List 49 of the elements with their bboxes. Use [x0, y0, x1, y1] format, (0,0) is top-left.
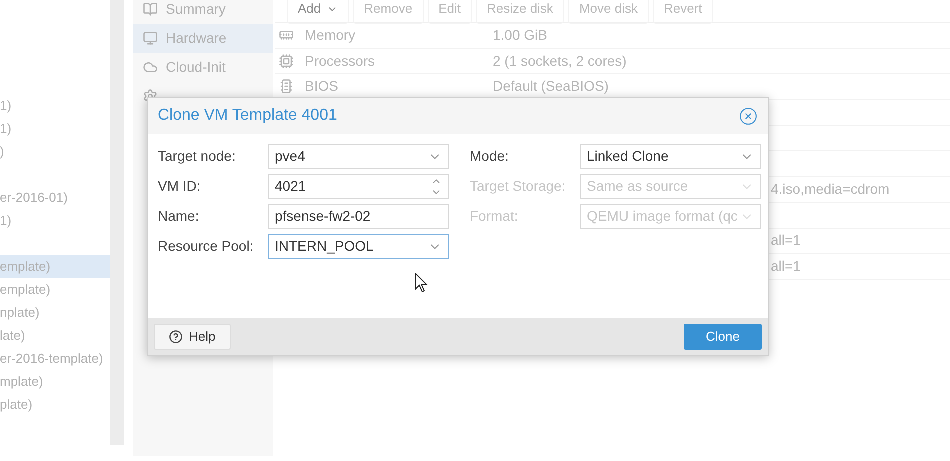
tree-item[interactable]: er-2016-template) [0, 347, 110, 370]
field-label: Mode: [470, 147, 510, 166]
hardware-name: Memory [305, 26, 357, 45]
cpu-icon [279, 54, 294, 69]
toolbar-button[interactable]: Add [287, 0, 350, 24]
hardware-value: 1.00 GiB [493, 26, 548, 45]
chip-icon [279, 79, 294, 94]
hardware-value: all=1 [771, 231, 801, 250]
tree-item[interactable]: ) [0, 140, 110, 163]
input-field[interactable]: Linked Clone [580, 144, 761, 169]
tree-item[interactable]: plate) [0, 393, 110, 416]
cloud-icon [143, 60, 158, 75]
tree-item[interactable]: late) [0, 324, 110, 347]
hardware-name: BIOS [305, 77, 340, 96]
tree-item[interactable]: er-2016-01) [0, 186, 110, 209]
tree-item[interactable]: mplate) [0, 370, 110, 393]
field-label: VM ID: [158, 177, 202, 196]
scrollbar[interactable] [110, 0, 124, 445]
hardware-value: all=1 [771, 257, 801, 276]
nav-item[interactable]: Cloud-Init [133, 53, 273, 82]
tree-item[interactable]: 1) [0, 94, 110, 117]
field-label: Target node: [158, 147, 237, 166]
tree-item[interactable]: emplate) [0, 255, 110, 278]
hardware-value: Default (SeaBIOS) [493, 77, 609, 96]
input-field[interactable]: INTERN_POOL [268, 234, 449, 259]
tree-item[interactable]: 1) [0, 117, 110, 140]
input-field[interactable]: 4021 [268, 174, 449, 199]
book-icon [143, 2, 158, 17]
input-field[interactable]: pfsense-fw2-02 [268, 204, 449, 229]
field-label: Format: [470, 207, 520, 226]
nav-item[interactable]: Hardware [133, 24, 273, 53]
hardware-name: Processors [305, 52, 376, 71]
help-icon [169, 330, 183, 344]
tree-item[interactable]: nplate) [0, 301, 110, 324]
dialog-title: Clone VM Template 4001 [158, 106, 338, 126]
clone-button[interactable]: Clone [684, 324, 762, 350]
input-field[interactable]: pve4 [268, 144, 449, 169]
field-label: Target Storage: [470, 177, 567, 196]
nav-item[interactable]: Summary [133, 0, 273, 24]
field-label: Name: [158, 207, 200, 226]
mouse-pointer-icon [415, 273, 428, 293]
field-label: Resource Pool: [158, 237, 255, 256]
tree-item[interactable]: emplate) [0, 278, 110, 301]
hardware-value: 4.iso,media=cdrom [771, 180, 890, 199]
help-button[interactable]: Help [154, 324, 231, 350]
monitor-icon [143, 31, 158, 46]
hardware-value: 2 (1 sockets, 2 cores) [493, 52, 627, 71]
close-icon[interactable] [739, 106, 758, 126]
tree-item[interactable]: 1) [0, 209, 110, 232]
